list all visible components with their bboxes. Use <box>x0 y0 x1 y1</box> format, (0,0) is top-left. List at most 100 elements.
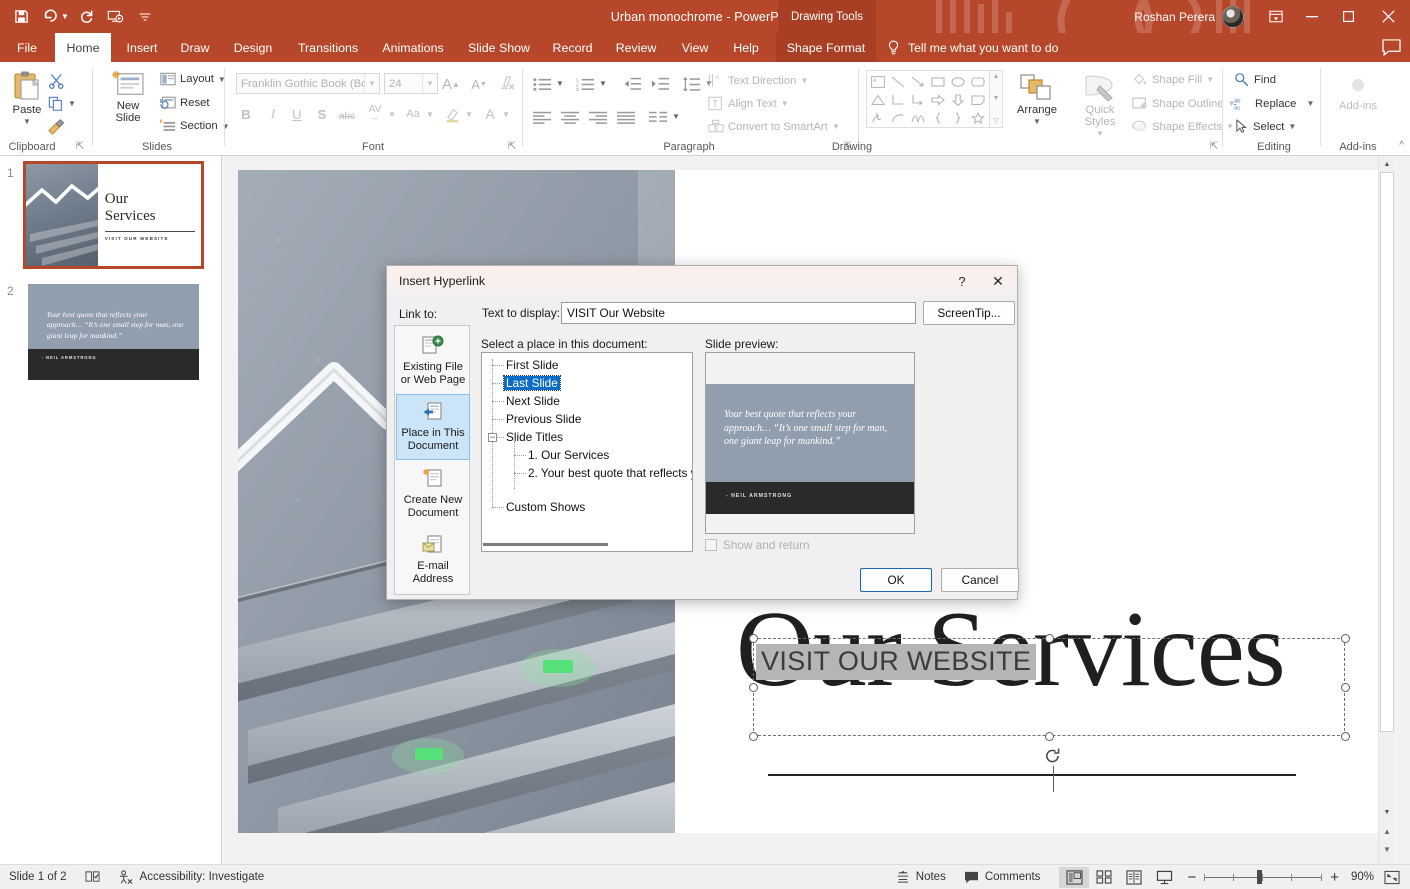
decrease-indent-button[interactable] <box>620 74 644 94</box>
tab-shape-format[interactable]: Shape Format <box>776 33 876 62</box>
zoom-level[interactable]: 90% <box>1347 865 1378 889</box>
gallery-more-icon[interactable]: ▽ <box>993 117 998 125</box>
strikethrough-button[interactable]: abc <box>334 106 360 126</box>
columns-button[interactable] <box>646 107 670 127</box>
zoom-slider[interactable] <box>1204 865 1323 889</box>
select-button[interactable]: Select ▼ <box>1234 119 1296 134</box>
shape-right-brace-icon[interactable] <box>948 109 968 127</box>
tab-file[interactable]: File <box>6 33 48 62</box>
shape-rectangle-icon[interactable] <box>928 73 948 91</box>
collapse-ribbon-icon[interactable]: ^ <box>1399 140 1404 151</box>
convert-to-smartart-button[interactable]: Convert to SmartArt ▼ <box>708 119 840 134</box>
shape-folded-corner-icon[interactable] <box>968 91 988 109</box>
arrange-caret[interactable]: ▼ <box>1033 116 1041 128</box>
cancel-button[interactable]: Cancel <box>941 568 1019 592</box>
notes-button[interactable]: Notes <box>887 865 955 889</box>
shape-fill-button[interactable]: Shape Fill ▼ <box>1132 72 1214 87</box>
accessibility-status[interactable]: Accessibility: Investigate <box>109 865 274 889</box>
align-text-caret[interactable]: ▼ <box>781 99 789 108</box>
shape-triangle-icon[interactable] <box>868 91 888 109</box>
shrink-font-button[interactable]: A ▼ <box>469 74 489 94</box>
close-button[interactable] <box>1366 0 1410 33</box>
text-direction-caret[interactable]: ▼ <box>800 76 808 85</box>
tree-item-slide-2[interactable]: 2. Your best quote that reflects y <box>526 466 692 480</box>
gallery-scroll-up-icon[interactable]: ▲ <box>993 73 1000 80</box>
zoom-slider-knob[interactable] <box>1257 870 1263 884</box>
drawing-dialog-launcher[interactable]: ⇱ <box>1208 141 1220 153</box>
scroll-down-arrow[interactable]: ▼ <box>1379 804 1395 820</box>
undo-dropdown-caret[interactable]: ▼ <box>61 12 69 21</box>
numbering-caret[interactable]: ▼ <box>599 79 607 88</box>
find-button[interactable]: Find <box>1234 72 1276 87</box>
increase-indent-button[interactable] <box>648 74 672 94</box>
new-slide-button[interactable]: New Slide <box>100 70 156 124</box>
save-icon[interactable] <box>8 4 34 30</box>
text-to-display-input[interactable] <box>561 302 916 324</box>
layout-button[interactable]: Layout ▼ <box>160 72 226 86</box>
bullets-caret[interactable]: ▼ <box>556 79 564 88</box>
dialog-close-button[interactable]: ✕ <box>981 266 1015 296</box>
text-direction-button[interactable]: A Text Direction ▼ <box>708 73 808 88</box>
resize-handle-ne[interactable] <box>1341 634 1350 643</box>
shape-effects-button[interactable]: Shape Effects ▼ <box>1132 119 1234 134</box>
tree-item-first-slide[interactable]: First Slide <box>504 358 560 372</box>
comments-button[interactable]: Comments <box>955 865 1050 889</box>
slide-show-button[interactable] <box>1149 867 1179 888</box>
resize-handle-e[interactable] <box>1341 683 1350 692</box>
clear-formatting-button[interactable] <box>496 74 516 94</box>
align-text-button[interactable]: Align Text ▼ <box>708 96 789 111</box>
shape-elbow-connector-icon[interactable] <box>888 91 908 109</box>
gallery-scroll-down-icon[interactable]: ▼ <box>993 95 1000 102</box>
tree-hscroll-thumb[interactable] <box>483 543 608 546</box>
normal-view-button[interactable] <box>1059 866 1090 888</box>
maximize-button[interactable] <box>1330 0 1366 33</box>
tree-item-last-slide[interactable]: Last Slide <box>503 375 561 391</box>
ok-button[interactable]: OK <box>860 568 932 592</box>
redo-icon[interactable] <box>74 4 100 30</box>
tell-me-search[interactable]: Tell me what you want to do <box>886 33 1058 62</box>
numbering-button[interactable]: 1 2 3 <box>573 74 597 94</box>
tree-item-custom-shows[interactable]: Custom Shows <box>504 500 587 514</box>
rotate-handle[interactable] <box>1044 748 1062 766</box>
cut-button[interactable] <box>46 70 66 90</box>
tree-item-slide-titles[interactable]: Slide Titles <box>504 430 565 444</box>
resize-handle-nw[interactable] <box>749 634 758 643</box>
shape-outline-button[interactable]: Shape Outline ▼ <box>1132 96 1236 111</box>
previous-slide-button[interactable]: ▲ <box>1379 824 1395 838</box>
columns-caret[interactable]: ▼ <box>672 112 680 121</box>
scroll-up-arrow[interactable]: ▲ <box>1379 156 1395 172</box>
font-dialog-launcher[interactable]: ⇱ <box>506 141 518 153</box>
tab-record[interactable]: Record <box>545 33 600 62</box>
grow-font-button[interactable]: A ▲ <box>441 74 461 94</box>
center-button[interactable] <box>558 107 582 127</box>
shape-arrow-icon[interactable] <box>908 73 928 91</box>
copy-button[interactable] <box>46 94 66 114</box>
shape-right-arrow-icon[interactable] <box>928 91 948 109</box>
tree-horizontal-scrollbar[interactable] <box>483 538 692 551</box>
clipboard-dialog-launcher[interactable]: ⇱ <box>74 141 86 153</box>
shape-arc-icon[interactable] <box>888 109 908 127</box>
zoom-out-button[interactable]: − <box>1179 865 1204 889</box>
slide-titles-expander[interactable]: − <box>488 433 497 442</box>
shape-rounded-rect-icon[interactable] <box>968 73 988 91</box>
resize-handle-sw[interactable] <box>749 732 758 741</box>
italic-button[interactable]: I <box>263 104 283 124</box>
underline-button[interactable]: U <box>287 104 307 124</box>
ribbon-display-options-icon[interactable] <box>1258 0 1294 33</box>
shape-line-icon[interactable] <box>888 73 908 91</box>
undo-icon[interactable] <box>37 4 63 30</box>
link-to-existing-file[interactable]: Existing File or Web Page <box>396 330 470 392</box>
tab-help[interactable]: Help <box>724 33 768 62</box>
paste-dropdown-caret[interactable]: ▼ <box>23 116 31 128</box>
change-case-button[interactable]: Aa <box>402 104 424 124</box>
tab-insert[interactable]: Insert <box>118 33 166 62</box>
minimize-button[interactable] <box>1294 0 1330 33</box>
screentip-button[interactable]: ScreenTip... <box>923 301 1015 325</box>
font-size-caret[interactable]: ▼ <box>422 74 437 93</box>
tab-animations[interactable]: Animations <box>373 33 453 62</box>
highlight-caret[interactable]: ▼ <box>465 110 473 119</box>
language-check-icon[interactable] <box>76 865 109 889</box>
font-color-button[interactable]: A <box>480 104 500 124</box>
shape-scribble-icon[interactable] <box>868 109 888 127</box>
slide-count[interactable]: Slide 1 of 2 <box>0 865 76 889</box>
